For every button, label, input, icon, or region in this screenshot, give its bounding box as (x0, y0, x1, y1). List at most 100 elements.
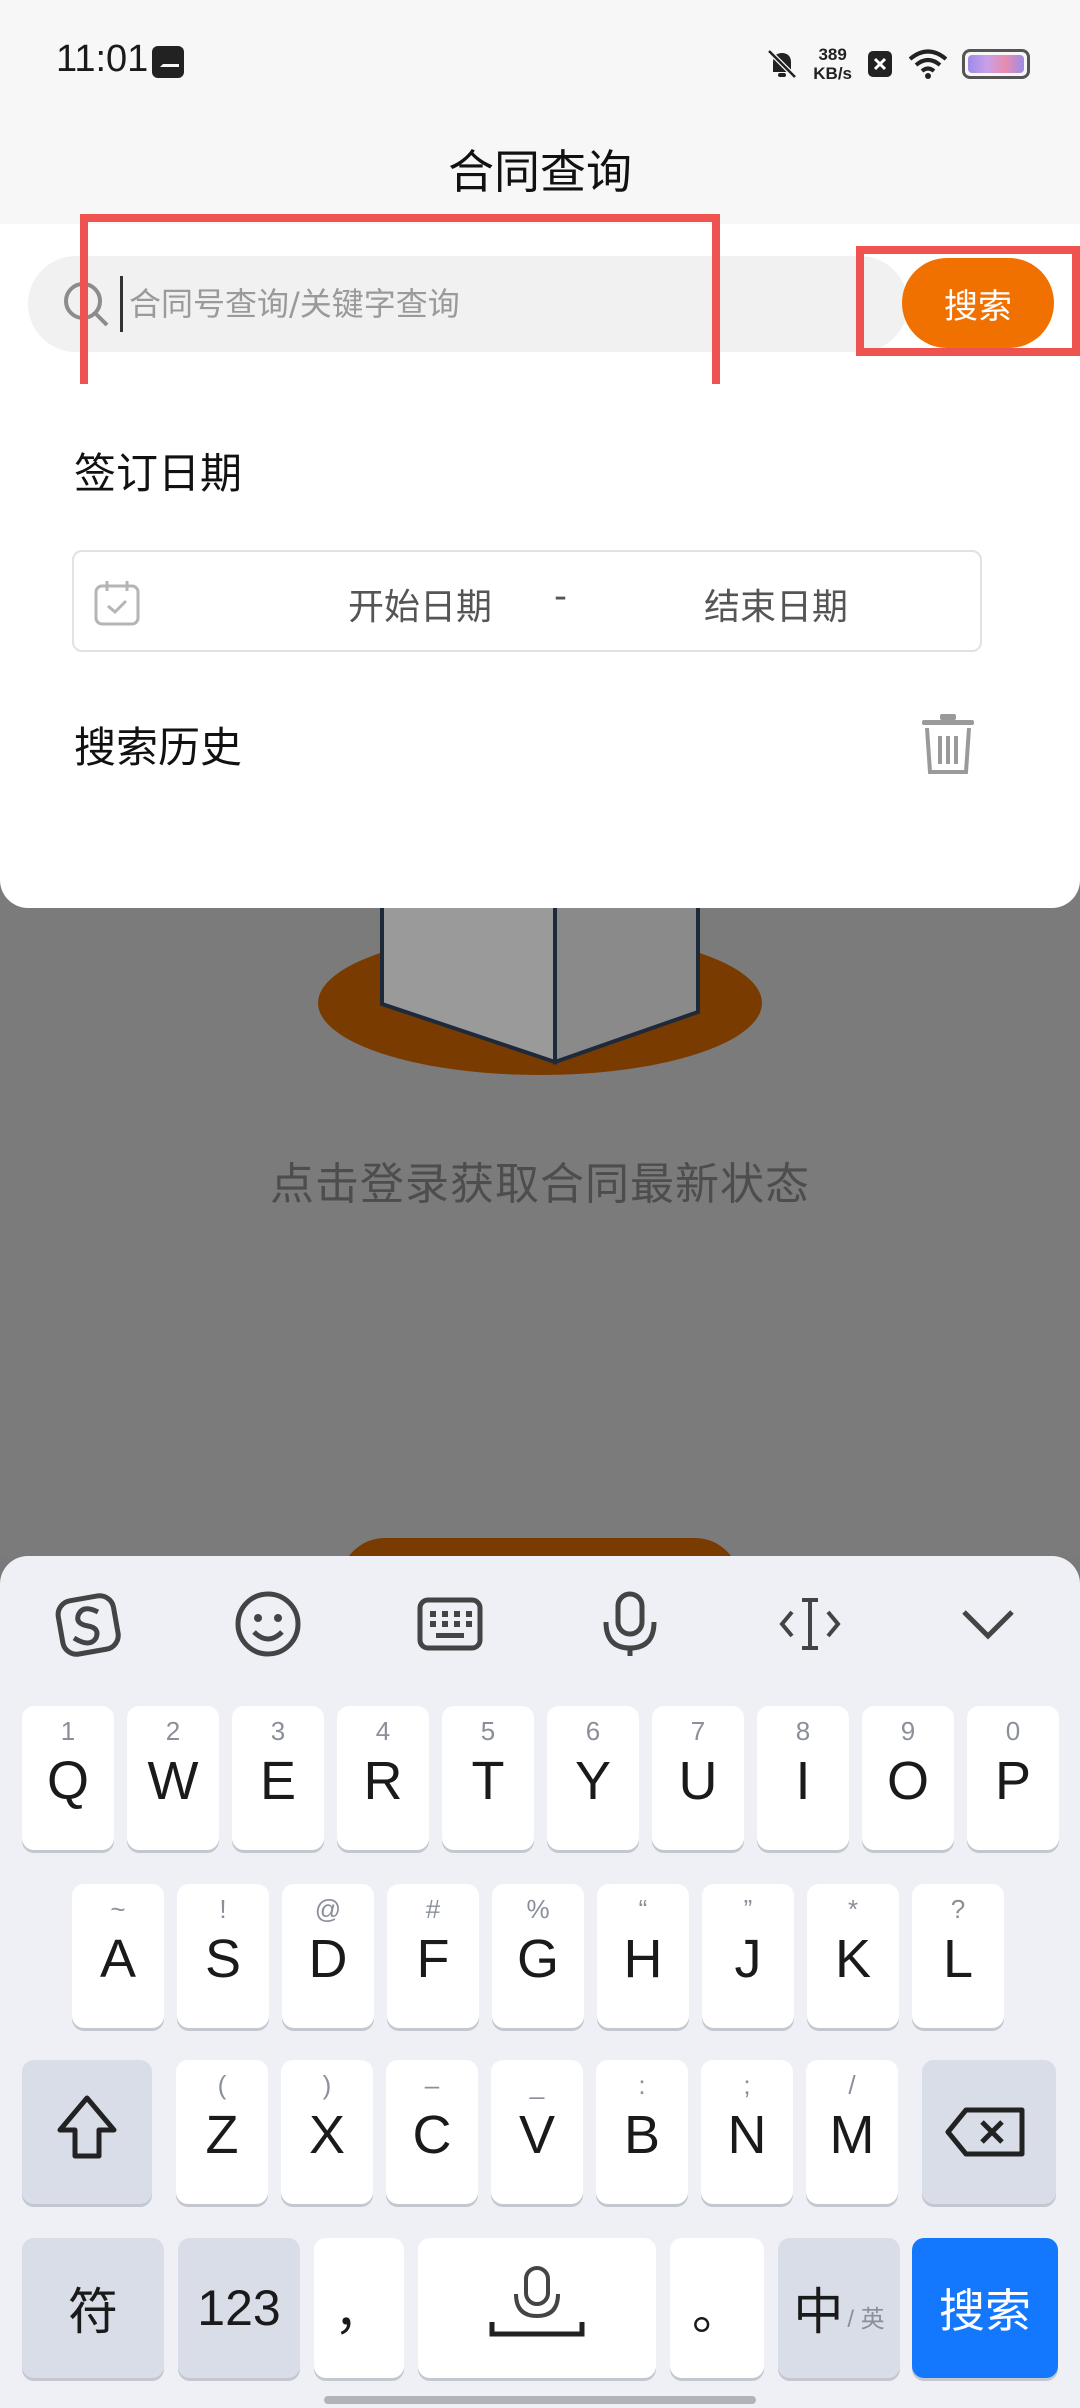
microphone-icon[interactable] (594, 1588, 666, 1660)
key-letter: P (994, 1751, 1032, 1811)
cursor-icon[interactable] (774, 1588, 846, 1660)
mute-bell-icon (767, 49, 798, 79)
date-range-picker[interactable]: 开始日期 - 结束日期 (72, 550, 982, 652)
key-j[interactable]: ” J (702, 1884, 794, 2028)
key-hint: 0 (1005, 1716, 1021, 1746)
key-i[interactable]: 8I (757, 1706, 849, 1850)
period-key[interactable]: 。 (670, 2238, 764, 2378)
space-key[interactable] (418, 2238, 656, 2378)
key-r[interactable]: 4R (337, 1706, 429, 1850)
key-letter: B (623, 2105, 661, 2165)
network-speed: 389 KB/s (813, 45, 852, 83)
keyboard-search-key[interactable]: 搜索 (912, 2238, 1058, 2378)
key-hint: ) (322, 2070, 332, 2100)
key-letter: Q (46, 1751, 89, 1811)
backspace-key[interactable] (922, 2060, 1056, 2204)
key-g[interactable]: % G (492, 1884, 584, 2028)
key-z[interactable]: (Z (176, 2060, 268, 2204)
key-hint: * (847, 1894, 859, 1924)
key-letter: H (623, 1929, 663, 1989)
key-y[interactable]: 6Y (547, 1706, 639, 1850)
key-hint: 1 (60, 1716, 76, 1746)
keyboard-search-label: 搜索 (939, 2284, 1031, 2338)
key-b[interactable]: :B (596, 2060, 688, 2204)
key-o[interactable]: 9O (862, 1706, 954, 1850)
key-letter: R (363, 1751, 403, 1811)
login-hint-text: 点击登录获取合同最新状态 (270, 1159, 810, 1210)
key-s[interactable]: ! S (177, 1884, 269, 2028)
key-f[interactable]: # F (387, 1884, 479, 2028)
key-letter: N (727, 2105, 767, 2165)
status-bar: 11:01 389 KB/s (0, 0, 1080, 124)
calendar-icon (94, 581, 140, 626)
key-k[interactable]: * K (807, 1884, 899, 2028)
key-hint: ; (743, 2070, 751, 2100)
key-hint: ( (217, 2070, 227, 2100)
key-hint: ~ (110, 1894, 126, 1924)
key-n[interactable]: ; N (701, 2060, 793, 2204)
key-letter: G (516, 1929, 559, 1989)
status-icons: 389 KB/s (765, 40, 1030, 88)
key-c[interactable]: – C (386, 2060, 478, 2204)
key-p[interactable]: 0P (967, 1706, 1059, 1850)
key-hint: / (848, 2070, 856, 2100)
sogou-logo-icon[interactable] (52, 1588, 124, 1660)
network-speed-value: 389 (818, 45, 847, 64)
comma-key[interactable]: ， (314, 2238, 404, 2378)
key-letter: F (416, 1929, 450, 1989)
lang-sub: / 英 (847, 2305, 885, 2333)
collapse-chevron-icon[interactable] (952, 1588, 1024, 1660)
language-switch-key[interactable]: 中 / 英 (778, 2238, 900, 2378)
trash-icon[interactable] (918, 712, 978, 776)
numbers-key-label: 123 (197, 2280, 281, 2336)
key-hint: : (638, 2070, 646, 2100)
key-hint: 6 (585, 1716, 601, 1746)
shift-arrow-icon (57, 2095, 117, 2159)
key-hint: # (425, 1894, 441, 1924)
symbols-key-label: 符 (68, 2284, 118, 2340)
numbers-key[interactable]: 123 (178, 2238, 300, 2378)
key-letter: Y (574, 1751, 612, 1811)
key-x[interactable]: ) X (281, 2060, 373, 2204)
key-letter: O (886, 1751, 929, 1811)
keyboard-icon[interactable] (414, 1588, 486, 1660)
key-a[interactable]: ~ A (72, 1884, 164, 2028)
key-u[interactable]: 7U (652, 1706, 744, 1850)
key-h[interactable]: “H (597, 1884, 689, 2028)
emoji-icon[interactable] (232, 1588, 304, 1660)
key-letter: K (834, 1929, 872, 1989)
key-letter: U (678, 1751, 718, 1811)
key-t[interactable]: 5T (442, 1706, 534, 1850)
key-letter: Z (205, 2105, 239, 2165)
sign-date-label: 签订日期 (74, 449, 243, 498)
key-letter: M (829, 2105, 875, 2165)
key-hint: 8 (795, 1716, 811, 1746)
key-hint: ” (743, 1894, 753, 1924)
key-d[interactable]: @ D (282, 1884, 374, 2028)
key-hint: _ (529, 2070, 545, 2100)
soft-keyboard: 1Q2W3E4R5T6Y7U8I9O0P ~ A! S @ D # F% G “H” J * K? L … (0, 1556, 1080, 2408)
end-date-field[interactable]: 结束日期 (704, 578, 848, 630)
home-indicator[interactable] (324, 2396, 756, 2404)
key-letter: X (308, 2105, 346, 2165)
key-e[interactable]: 3E (232, 1706, 324, 1850)
key-hint: % (526, 1894, 550, 1924)
start-date-field[interactable]: 开始日期 (274, 578, 574, 630)
language-switch-label: 中 / 英 (778, 2238, 900, 2378)
key-hint: “ (638, 1894, 648, 1924)
filter-panel: 签订日期 开始日期 - 结束日期 搜索历史 (0, 384, 1080, 908)
key-hint: 2 (165, 1716, 181, 1746)
keyboard-toolbar (0, 1556, 1080, 1692)
key-v[interactable]: _ V (491, 2060, 583, 2204)
sim-blocked-icon (868, 51, 892, 77)
key-m[interactable]: / M (806, 2060, 898, 2204)
shift-key[interactable] (22, 2060, 152, 2204)
key-letter: W (147, 1751, 199, 1811)
key-hint: 3 (270, 1716, 286, 1746)
symbols-key[interactable]: 符 (22, 2238, 164, 2378)
key-w[interactable]: 2W (127, 1706, 219, 1850)
key-letter: I (795, 1751, 811, 1811)
key-q[interactable]: 1Q (22, 1706, 114, 1850)
key-l[interactable]: ? L (912, 1884, 1004, 2028)
wifi-icon (908, 49, 948, 79)
